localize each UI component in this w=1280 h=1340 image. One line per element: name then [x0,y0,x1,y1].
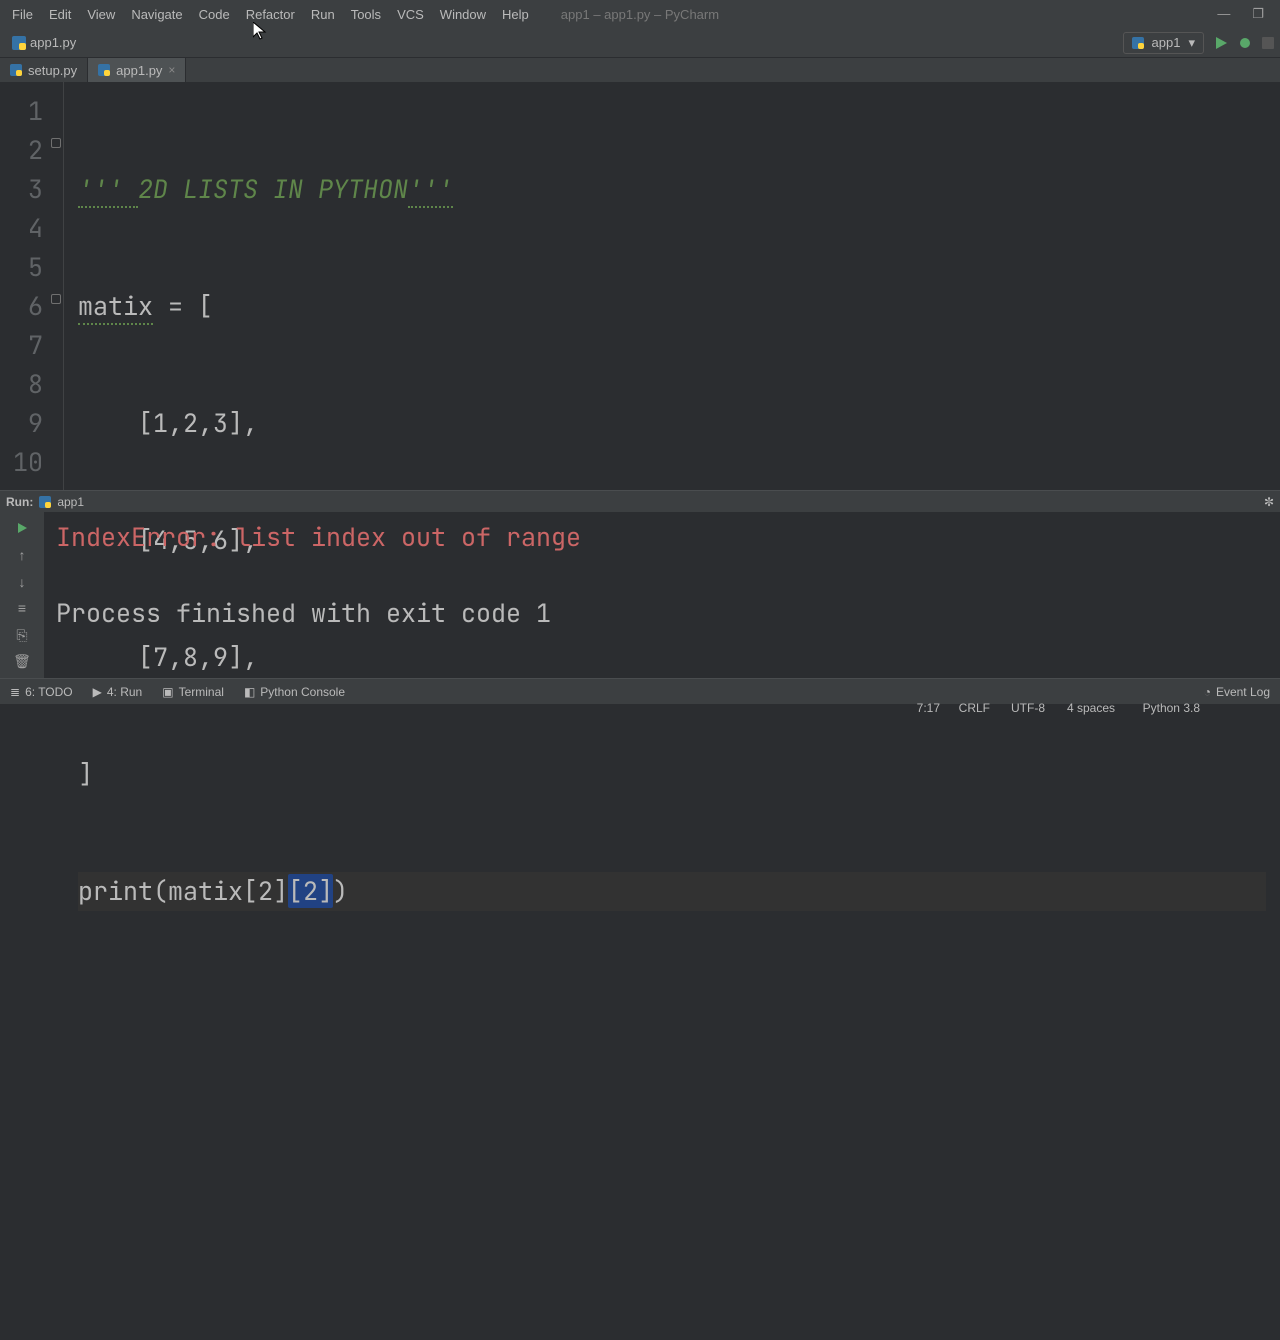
tab-label: app1.py [116,63,162,78]
trash-icon[interactable]: 🗑 [11,651,33,672]
interpreter-indicator[interactable]: Python 3.8 [1133,701,1210,715]
python-file-icon [10,64,22,76]
tab-app1-py[interactable]: app1.py × [88,58,186,82]
code-text: print(matix[2] [78,874,288,908]
code-text: ) [333,874,348,908]
caret-position[interactable]: 7:17 [907,701,950,715]
line-number: 5 [0,248,43,287]
menu-edit[interactable]: Edit [41,3,79,26]
python-file-icon [12,36,26,50]
line-number: 9 [0,404,43,443]
python-file-icon [1132,37,1144,49]
gear-icon[interactable]: ✼ [1264,495,1274,509]
menu-help[interactable]: Help [494,3,537,26]
python-console-button[interactable]: ◧ Python Console [234,685,355,699]
code-text: ''' [78,172,138,208]
menu-vcs[interactable]: VCS [389,3,432,26]
eol-indicator[interactable]: CRLF [949,701,1000,715]
python-file-icon [39,496,51,508]
code-text: [1,2,3], [78,406,258,440]
window-controls: — ❐ ✕ [1205,6,1276,22]
code-text: ''' [408,172,453,208]
console-output[interactable]: IndexError: list index out of range Proc… [44,512,1280,678]
pyconsole-label: Python Console [260,685,345,699]
terminal-icon: ▣ [162,685,173,699]
down-arrow-icon[interactable]: ↓ [11,571,33,592]
python-file-icon [98,64,110,76]
print-icon[interactable]: ⎘ [11,625,33,646]
run-toolwindow-button[interactable]: ▶ 4: Run [83,685,153,699]
indent-indicator[interactable]: 4 spaces [1057,701,1125,715]
bell-icon: ◔ [1204,685,1211,699]
menu-tools[interactable]: Tools [343,3,389,26]
debug-button[interactable] [1238,36,1252,50]
run-label: 4: Run [107,685,142,699]
menu-bar: File Edit View Navigate Code Refactor Ru… [0,0,1280,28]
fold-icon[interactable] [51,294,61,304]
tab-setup-py[interactable]: setup.py [0,58,88,82]
editor-tabs: setup.py app1.py × [0,58,1280,82]
line-number: 1 [0,92,43,131]
run-config-label: app1 [1152,35,1181,50]
toolbar: app1.py app1 ▾ [0,28,1280,58]
code-text: [2] [288,874,333,908]
menu-run[interactable]: Run [303,3,343,26]
cursor-icon [253,22,267,40]
line-number: 7 [0,326,43,365]
list-icon: ≣ [10,685,20,699]
code-area[interactable]: ''' 2D LISTS IN PYTHON''' matix = [ [1,2… [64,82,1280,490]
up-arrow-icon[interactable]: ↑ [11,545,33,566]
menu-refactor[interactable]: Refactor [238,3,303,26]
fold-icon[interactable] [51,138,61,148]
terminal-button[interactable]: ▣ Terminal [152,685,234,699]
stop-button[interactable] [1262,37,1274,49]
console-icon: ◧ [244,685,255,699]
code-text: ] [78,757,93,791]
line-gutter: 1 2 3 4 5 6 7 8 9 10 [0,82,64,490]
exit-line: Process finished with exit code 1 [56,594,1268,632]
line-number: 6 [0,287,43,326]
run-tool-gutter: ↑ ↓ ≡ ⎘ 🗑 [0,512,44,678]
error-line: IndexError: list index out of range [56,518,1268,556]
run-config-selector[interactable]: app1 ▾ [1123,32,1204,54]
minimize-icon[interactable]: — [1217,6,1230,22]
wrap-icon[interactable]: ≡ [11,598,33,619]
todo-button[interactable]: ≣ 6: TODO [0,685,83,699]
eventlog-label: Event Log [1216,685,1270,699]
code-text: = [ [153,289,213,323]
line-number: 3 [0,170,43,209]
breadcrumb[interactable]: app1.py [6,33,82,52]
run-tool-title: Run: [6,495,33,509]
maximize-icon[interactable]: ❐ [1252,6,1264,22]
breadcrumb-label: app1.py [30,35,76,50]
code-text: 2D LISTS IN PYTHON [138,172,408,206]
run-button[interactable] [1214,36,1228,50]
event-log-button[interactable]: ◔ Event Log [1194,685,1280,699]
run-tool-config: app1 [57,495,84,509]
chevron-down-icon: ▾ [1188,35,1195,51]
menu-file[interactable]: File [4,3,41,26]
terminal-label: Terminal [179,685,224,699]
encoding-indicator[interactable]: UTF-8 [1001,701,1055,715]
close-tab-icon[interactable]: × [168,63,175,77]
menu-code[interactable]: Code [191,3,238,26]
line-number: 10 [0,443,43,482]
tab-label: setup.py [28,63,77,78]
play-icon: ▶ [93,685,102,699]
window-title: app1 – app1.py – PyCharm [561,7,719,22]
line-number: 8 [0,365,43,404]
run-tool-body: ↑ ↓ ≡ ⎘ 🗑 IndexError: list index out of … [0,512,1280,678]
code-editor[interactable]: 1 2 3 4 5 6 7 8 9 10 ''' 2D LISTS IN PYT… [0,82,1280,490]
rerun-button[interactable] [11,518,33,539]
menu-window[interactable]: Window [432,3,494,26]
line-number: 2 [0,131,43,170]
menu-navigate[interactable]: Navigate [123,3,190,26]
code-text: matix [78,289,153,325]
line-number: 4 [0,209,43,248]
todo-label: 6: TODO [25,685,73,699]
menu-view[interactable]: View [79,3,123,26]
